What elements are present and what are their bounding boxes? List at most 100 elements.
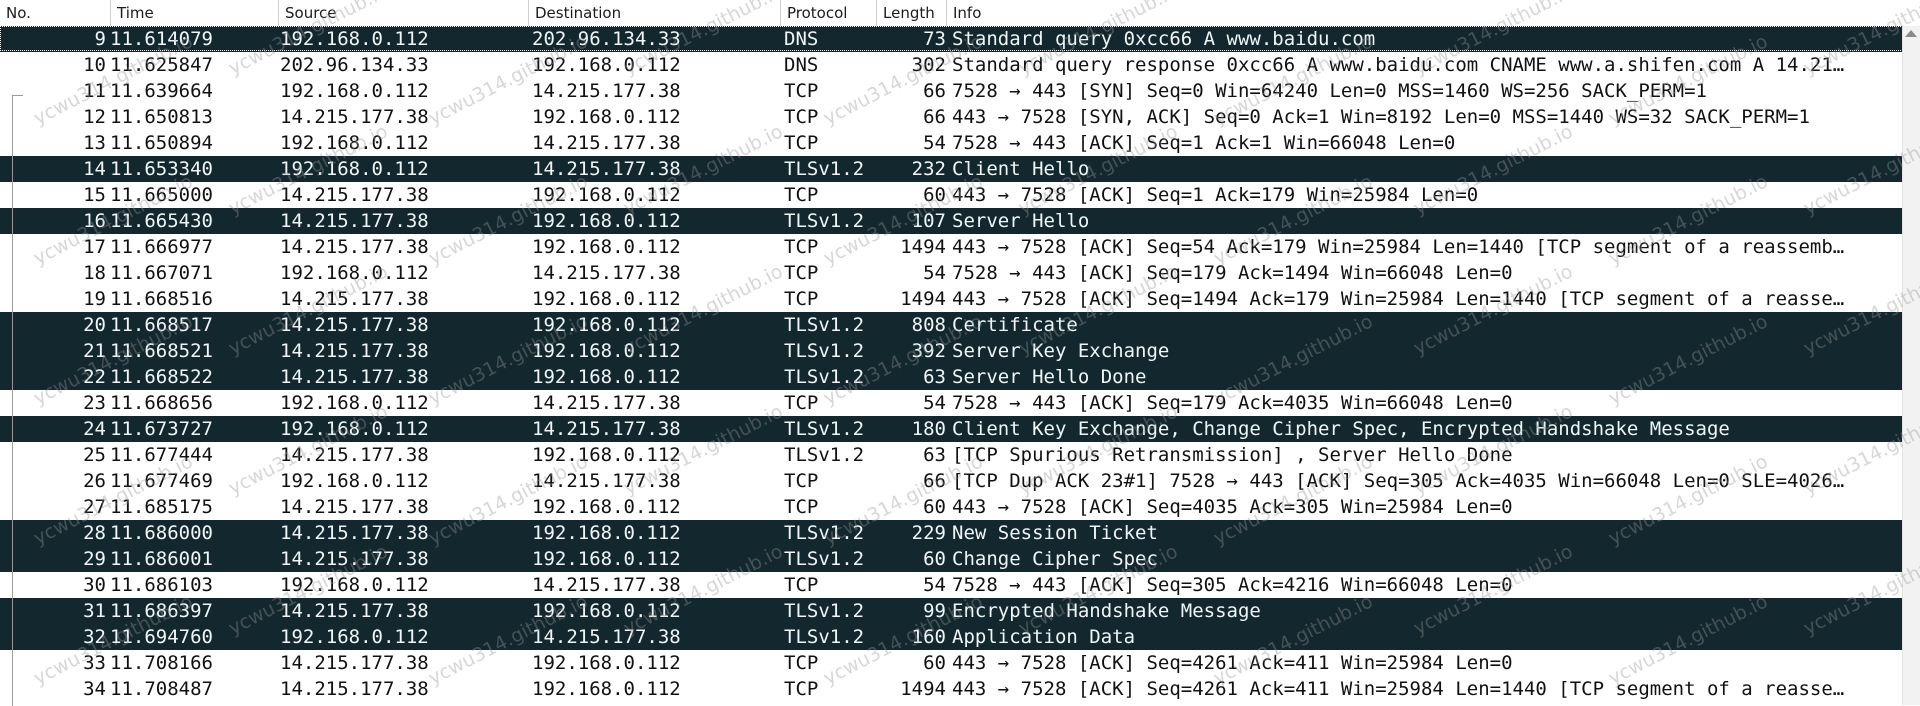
packet-length: 54 (923, 132, 946, 154)
packet-protocol: DNS (784, 28, 819, 50)
packet-length: 107 (911, 210, 946, 232)
column-header-destination[interactable]: Destination (528, 0, 780, 26)
packet-time: 11.665430 (110, 210, 213, 232)
packet-row[interactable]: 32 11.694760 192.168.0.112 14.215.177.38 TLS… (0, 624, 1920, 650)
packet-protocol: TCP (784, 80, 819, 102)
packet-row[interactable]: 34 11.708487 14.215.177.38 192.168.0.112 TCP… (0, 676, 1920, 702)
packet-source: 192.168.0.112 (280, 80, 429, 102)
packet-info: 7528 → 443 [SYN] Seq=0 Win=64240 Len=0 M… (952, 80, 1707, 102)
packet-time: 11.639664 (110, 80, 213, 102)
packet-length: 63 (923, 444, 946, 466)
packet-length: 66 (923, 470, 946, 492)
packet-protocol: TCP (784, 574, 819, 596)
packet-destination: 14.215.177.38 (532, 626, 681, 648)
packet-source: 14.215.177.38 (280, 548, 429, 570)
packet-destination: 192.168.0.112 (532, 340, 681, 362)
packet-row[interactable]: 25 11.677444 14.215.177.38 192.168.0.112 TLS… (0, 442, 1920, 468)
packet-row[interactable]: 26 11.677469 192.168.0.112 14.215.177.38 TCP… (0, 468, 1920, 494)
packet-destination: 14.215.177.38 (532, 418, 681, 440)
packet-row[interactable]: 22 11.668522 14.215.177.38 192.168.0.112 TLS… (0, 364, 1920, 390)
packet-info: 7528 → 443 [ACK] Seq=1 Ack=1 Win=66048 L… (952, 132, 1456, 154)
packet-row[interactable]: 19 11.668516 14.215.177.38 192.168.0.112 TCP… (0, 286, 1920, 312)
packet-row[interactable]: 14 11.653340 192.168.0.112 14.215.177.38 TLS… (0, 156, 1920, 182)
column-header-source[interactable]: Source (278, 0, 530, 26)
column-header-no[interactable]: No. (0, 0, 110, 26)
packet-row[interactable]: 15 11.665000 14.215.177.38 192.168.0.112 TCP… (0, 182, 1920, 208)
packet-time: 11.668521 (110, 340, 213, 362)
packet-source: 14.215.177.38 (280, 106, 429, 128)
packet-destination: 192.168.0.112 (532, 106, 681, 128)
packet-info: 443 → 7528 [ACK] Seq=1 Ack=179 Win=25984… (952, 184, 1479, 206)
packet-row[interactable]: 24 11.673727 192.168.0.112 14.215.177.38 TLS… (0, 416, 1920, 442)
packet-length: 60 (923, 184, 946, 206)
packet-row[interactable]: 28 11.686000 14.215.177.38 192.168.0.112 TLS… (0, 520, 1920, 546)
packet-length: 808 (911, 314, 946, 336)
packet-destination: 192.168.0.112 (532, 522, 681, 544)
packet-source: 192.168.0.112 (280, 574, 429, 596)
packet-row[interactable]: 13 11.650894 192.168.0.112 14.215.177.38 TCP… (0, 130, 1920, 156)
column-header-length[interactable]: Length (876, 0, 952, 26)
packet-info: 7528 → 443 [ACK] Seq=179 Ack=1494 Win=66… (952, 262, 1513, 284)
packet-row[interactable]: 21 11.668521 14.215.177.38 192.168.0.112 TLS… (0, 338, 1920, 364)
vertical-scrollbar[interactable] (1902, 26, 1920, 705)
packet-source: 14.215.177.38 (280, 444, 429, 466)
column-header-protocol[interactable]: Protocol (780, 0, 876, 26)
packet-time: 11.686000 (110, 522, 213, 544)
column-header-time[interactable]: Time (110, 0, 280, 26)
packet-list-header: No. Time Source Destination Protocol Len… (0, 0, 1920, 27)
packet-destination: 14.215.177.38 (532, 262, 681, 284)
packet-source: 192.168.0.112 (280, 158, 429, 180)
packet-info: [TCP Dup ACK 23#1] 7528 → 443 [ACK] Seq=… (952, 470, 1845, 492)
packet-info: 443 → 7528 [ACK] Seq=4261 Ack=411 Win=25… (952, 652, 1513, 674)
packet-info: Application Data (952, 626, 1136, 648)
packet-row[interactable]: 10 11.625847 202.96.134.33 192.168.0.112 DNS… (0, 52, 1920, 78)
packet-row[interactable]: 27 11.685175 14.215.177.38 192.168.0.112 TCP… (0, 494, 1920, 520)
packet-protocol: TCP (784, 496, 819, 518)
packet-row[interactable]: 12 11.650813 14.215.177.38 192.168.0.112 TCP… (0, 104, 1920, 130)
packet-time: 11.686001 (110, 548, 213, 570)
packet-length: 302 (911, 54, 946, 76)
packet-length: 73 (923, 28, 946, 50)
packet-row[interactable]: 23 11.668656 192.168.0.112 14.215.177.38 TCP… (0, 390, 1920, 416)
column-header-info[interactable]: Info (946, 0, 1920, 26)
packet-protocol: TLSv1.2 (784, 366, 865, 388)
packet-source: 14.215.177.38 (280, 236, 429, 258)
packet-time: 11.694760 (110, 626, 213, 648)
packet-time: 11.686397 (110, 600, 213, 622)
scroll-up-arrow-icon[interactable] (1905, 30, 1917, 37)
packet-time: 11.708487 (110, 678, 213, 700)
packet-info: Client Hello (952, 158, 1090, 180)
packet-length: 54 (923, 392, 946, 414)
packet-time: 11.666977 (110, 236, 213, 258)
packet-row[interactable]: 33 11.708166 14.215.177.38 192.168.0.112 TCP… (0, 650, 1920, 676)
packet-length: 66 (923, 106, 946, 128)
packet-length: 66 (923, 80, 946, 102)
packet-source: 192.168.0.112 (280, 262, 429, 284)
packet-source: 192.168.0.112 (280, 626, 429, 648)
packet-row[interactable]: 30 11.686103 192.168.0.112 14.215.177.38 TCP… (0, 572, 1920, 598)
packet-length: 232 (911, 158, 946, 180)
packet-destination: 192.168.0.112 (532, 444, 681, 466)
packet-row[interactable]: 31 11.686397 14.215.177.38 192.168.0.112 TLS… (0, 598, 1920, 624)
packet-time: 11.685175 (110, 496, 213, 518)
packet-source: 192.168.0.112 (280, 470, 429, 492)
packet-destination: 192.168.0.112 (532, 678, 681, 700)
packet-row[interactable]: 29 11.686001 14.215.177.38 192.168.0.112 TLS… (0, 546, 1920, 572)
packet-destination: 14.215.177.38 (532, 470, 681, 492)
packet-source: 14.215.177.38 (280, 288, 429, 310)
packet-time: 11.677469 (110, 470, 213, 492)
packet-info: Certificate (952, 314, 1078, 336)
packet-row[interactable]: 17 11.666977 14.215.177.38 192.168.0.112 TCP… (0, 234, 1920, 260)
packet-info: Change Cipher Spec (952, 548, 1158, 570)
packet-source: 14.215.177.38 (280, 340, 429, 362)
packet-source: 14.215.177.38 (280, 652, 429, 674)
packet-time: 11.665000 (110, 184, 213, 206)
packet-row[interactable]: 20 11.668517 14.215.177.38 192.168.0.112 TLS… (0, 312, 1920, 338)
packet-row[interactable]: 18 11.667071 192.168.0.112 14.215.177.38 TCP… (0, 260, 1920, 286)
packet-source: 14.215.177.38 (280, 678, 429, 700)
packet-protocol: TCP (784, 106, 819, 128)
packet-row[interactable]: 11 11.639664 192.168.0.112 14.215.177.38 TCP… (0, 78, 1920, 104)
packet-protocol: TLSv1.2 (784, 314, 865, 336)
packet-row[interactable]: 9 11.614079 192.168.0.112 202.96.134.33 DNS 7… (0, 26, 1920, 52)
packet-row[interactable]: 16 11.665430 14.215.177.38 192.168.0.112 TLS… (0, 208, 1920, 234)
